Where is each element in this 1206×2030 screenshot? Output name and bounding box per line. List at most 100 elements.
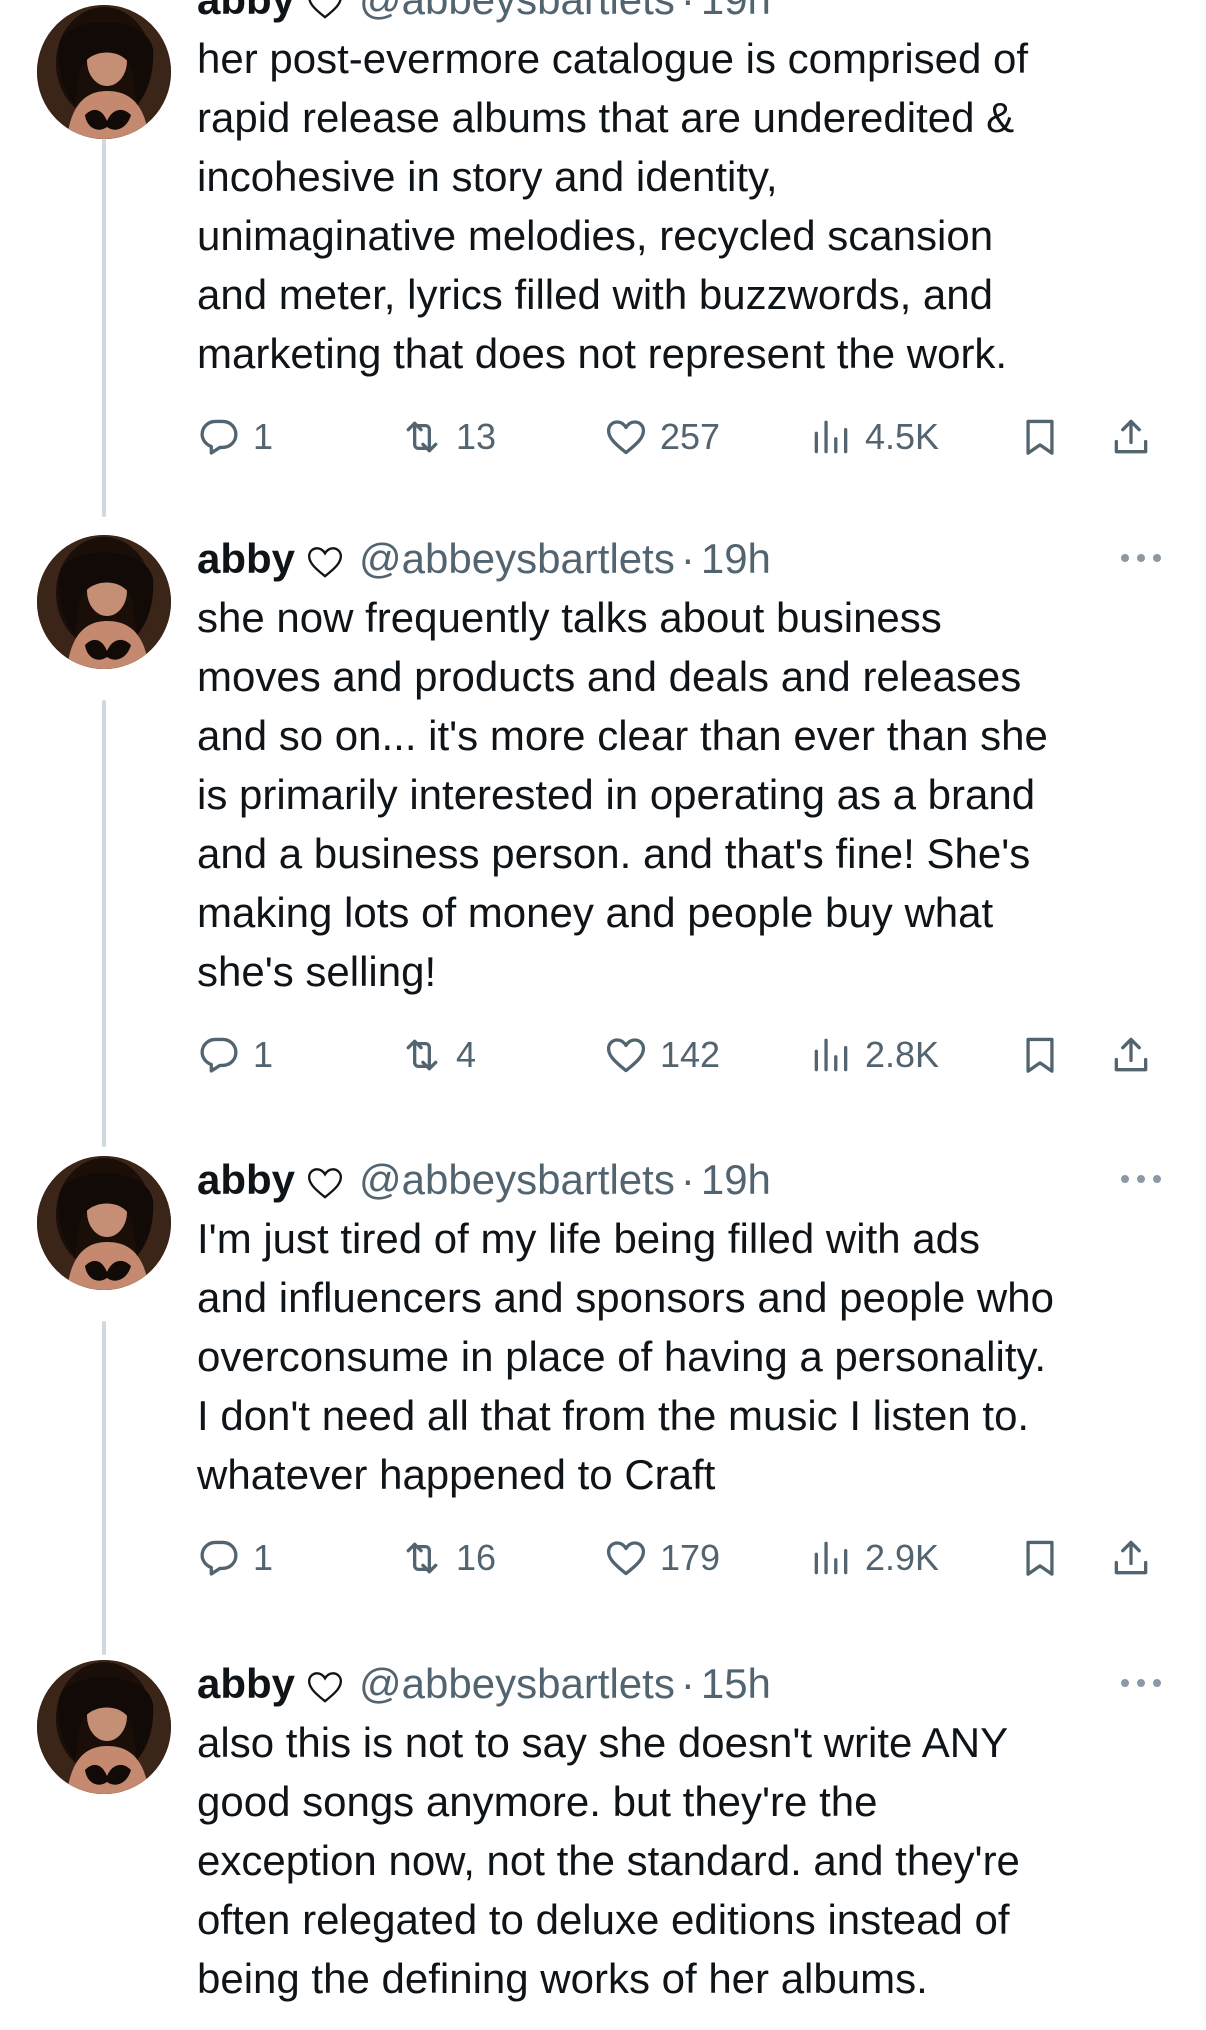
tweet-text-line: whatever happened to Craft [197, 1451, 716, 1498]
display-name[interactable]: abby [197, 0, 295, 29]
repost-icon [406, 1039, 438, 1071]
avatar[interactable] [37, 535, 171, 669]
tweet-text-line: exception now, not the standard. and the… [197, 1837, 1020, 1884]
heart-outline-icon [305, 0, 345, 20]
user-handle[interactable]: @abbeysbartlets [359, 1151, 675, 1209]
share-button[interactable] [1109, 1528, 1153, 1588]
separator-dot: · [680, 535, 695, 582]
like-button[interactable]: 142 [604, 1025, 720, 1085]
tweet-text-line: also this is not to say she doesn't writ… [197, 1719, 1009, 1766]
like-heart-icon [606, 1038, 646, 1073]
tweet-actions: 1 4 142 2.8K [197, 1025, 1167, 1085]
share-upload-icon [1114, 1540, 1148, 1575]
tweet-text-line: unimaginative melodies, recycled scansio… [197, 212, 994, 259]
share-button[interactable] [1109, 1025, 1153, 1085]
views-count: 2.8K [865, 1034, 940, 1075]
tweet-timestamp[interactable]: 15h [701, 1655, 771, 1713]
repost-button[interactable]: 4 [400, 1025, 476, 1085]
views-button[interactable]: 4.5K [809, 407, 939, 467]
more-options-button[interactable] [1115, 538, 1167, 578]
tweet-text-line: and so on... it's more clear than ever t… [197, 712, 1048, 759]
tweet-timestamp[interactable]: 19h [701, 0, 771, 29]
user-handle[interactable]: @abbeysbartlets [359, 530, 675, 588]
separator-dot: · [681, 0, 695, 29]
tweet-text-line: rapid release albums that are underedite… [197, 94, 1015, 141]
views-count: 2.9K [865, 1537, 940, 1578]
user-handle[interactable]: @abbeysbartlets [359, 0, 675, 29]
separator-dot: · [680, 1156, 695, 1203]
bookmark-icon [1026, 419, 1054, 455]
reply-button[interactable]: 1 [197, 407, 273, 467]
heart-outline-icon [305, 539, 345, 579]
avatar[interactable] [37, 5, 171, 139]
repost-count: 16 [456, 1537, 497, 1578]
views-button[interactable]: 2.9K [809, 1528, 939, 1588]
tweet-text-line: often relegated to deluxe editions inste… [197, 1896, 1010, 1943]
reply-count: 1 [253, 1034, 274, 1075]
avatar-image [37, 1660, 171, 1794]
tweet-header: abby @abbeysbartlets · 19h [197, 1151, 1167, 1209]
avatar-image [37, 535, 171, 669]
tweet-timestamp[interactable]: 19h [701, 530, 771, 588]
repost-count: 4 [456, 1034, 477, 1075]
like-heart-icon [606, 1541, 646, 1576]
thread-connector-line [102, 1321, 106, 1655]
views-bar-chart-icon [814, 1038, 848, 1072]
repost-button[interactable]: 13 [400, 407, 496, 467]
views-bar-chart-icon [814, 1541, 848, 1575]
repost-icon [406, 421, 438, 453]
share-upload-icon [1114, 419, 1148, 454]
more-dots-icon [1121, 1679, 1161, 1687]
like-button[interactable]: 179 [604, 1528, 720, 1588]
tweet-text: also this is not to say she doesn't writ… [197, 1713, 1167, 2008]
display-name[interactable]: abby [197, 530, 295, 588]
tweet-timestamp[interactable]: 19h [701, 1151, 771, 1209]
tweet-text-line: moves and products and deals and release… [197, 653, 1022, 700]
reply-count: 1 [253, 416, 274, 457]
bookmark-icon [1026, 1037, 1054, 1073]
tweet-text-line: I don't need all that from the music I l… [197, 1392, 1030, 1439]
reply-count: 1 [253, 1537, 274, 1578]
tweet-text-line: and influencers and sponsors and people … [197, 1274, 1054, 1321]
heart-outline-icon [305, 1160, 345, 1200]
thread-connector-line [102, 122, 106, 517]
bookmark-button[interactable] [1018, 1528, 1062, 1588]
like-button[interactable]: 257 [604, 407, 720, 467]
bookmark-button[interactable] [1018, 407, 1062, 467]
more-options-button[interactable] [1115, 1663, 1167, 1703]
display-name[interactable]: abby [197, 1151, 295, 1209]
bookmark-button[interactable] [1018, 1025, 1062, 1085]
like-heart-icon [606, 420, 646, 455]
repost-button[interactable]: 16 [400, 1528, 496, 1588]
avatar[interactable] [37, 1156, 171, 1290]
tweet-text-line: and a business person. and that's fine! … [197, 830, 1031, 877]
tweet-actions: 1 16 179 2.9K [197, 1528, 1167, 1588]
thread-connector-line [102, 700, 106, 1147]
heart-outline-icon [305, 1664, 345, 1704]
views-button[interactable]: 2.8K [809, 1025, 939, 1085]
reply-button[interactable]: 1 [197, 1528, 273, 1588]
avatar[interactable] [37, 1660, 171, 1794]
avatar-image [37, 1156, 171, 1290]
display-name[interactable]: abby [197, 1655, 295, 1713]
repost-icon [406, 1542, 438, 1574]
tweet-text-line: being the defining works of her albums. [197, 1955, 928, 2002]
tweet-text-line: she now frequently talks about business [197, 594, 942, 641]
tweet-text: she now frequently talks about business … [197, 588, 1167, 1001]
share-upload-icon [1114, 1037, 1148, 1072]
like-count: 179 [660, 1537, 721, 1578]
tweet-actions: 1 13 257 4.5K [197, 407, 1167, 467]
reply-button[interactable]: 1 [197, 1025, 273, 1085]
bookmark-icon [1026, 1540, 1054, 1576]
tweet-header: abby @abbeysbartlets · 19h [197, 530, 1167, 588]
reply-icon [200, 419, 238, 455]
avatar-image [37, 5, 171, 139]
more-options-button[interactable] [1115, 1159, 1167, 1199]
separator-dot: · [680, 1660, 695, 1707]
user-handle[interactable]: @abbeysbartlets [359, 1655, 675, 1713]
tweet-text-line: marketing that does not represent the wo… [197, 330, 1008, 377]
tweet-text-line: making lots of money and people buy what [197, 889, 994, 936]
share-button[interactable] [1109, 407, 1153, 467]
tweet-thread: abby @abbeysbartlets · 19h her post-ever… [0, 0, 1206, 2030]
tweet-text-line: overconsume in place of having a persona… [197, 1333, 1047, 1380]
